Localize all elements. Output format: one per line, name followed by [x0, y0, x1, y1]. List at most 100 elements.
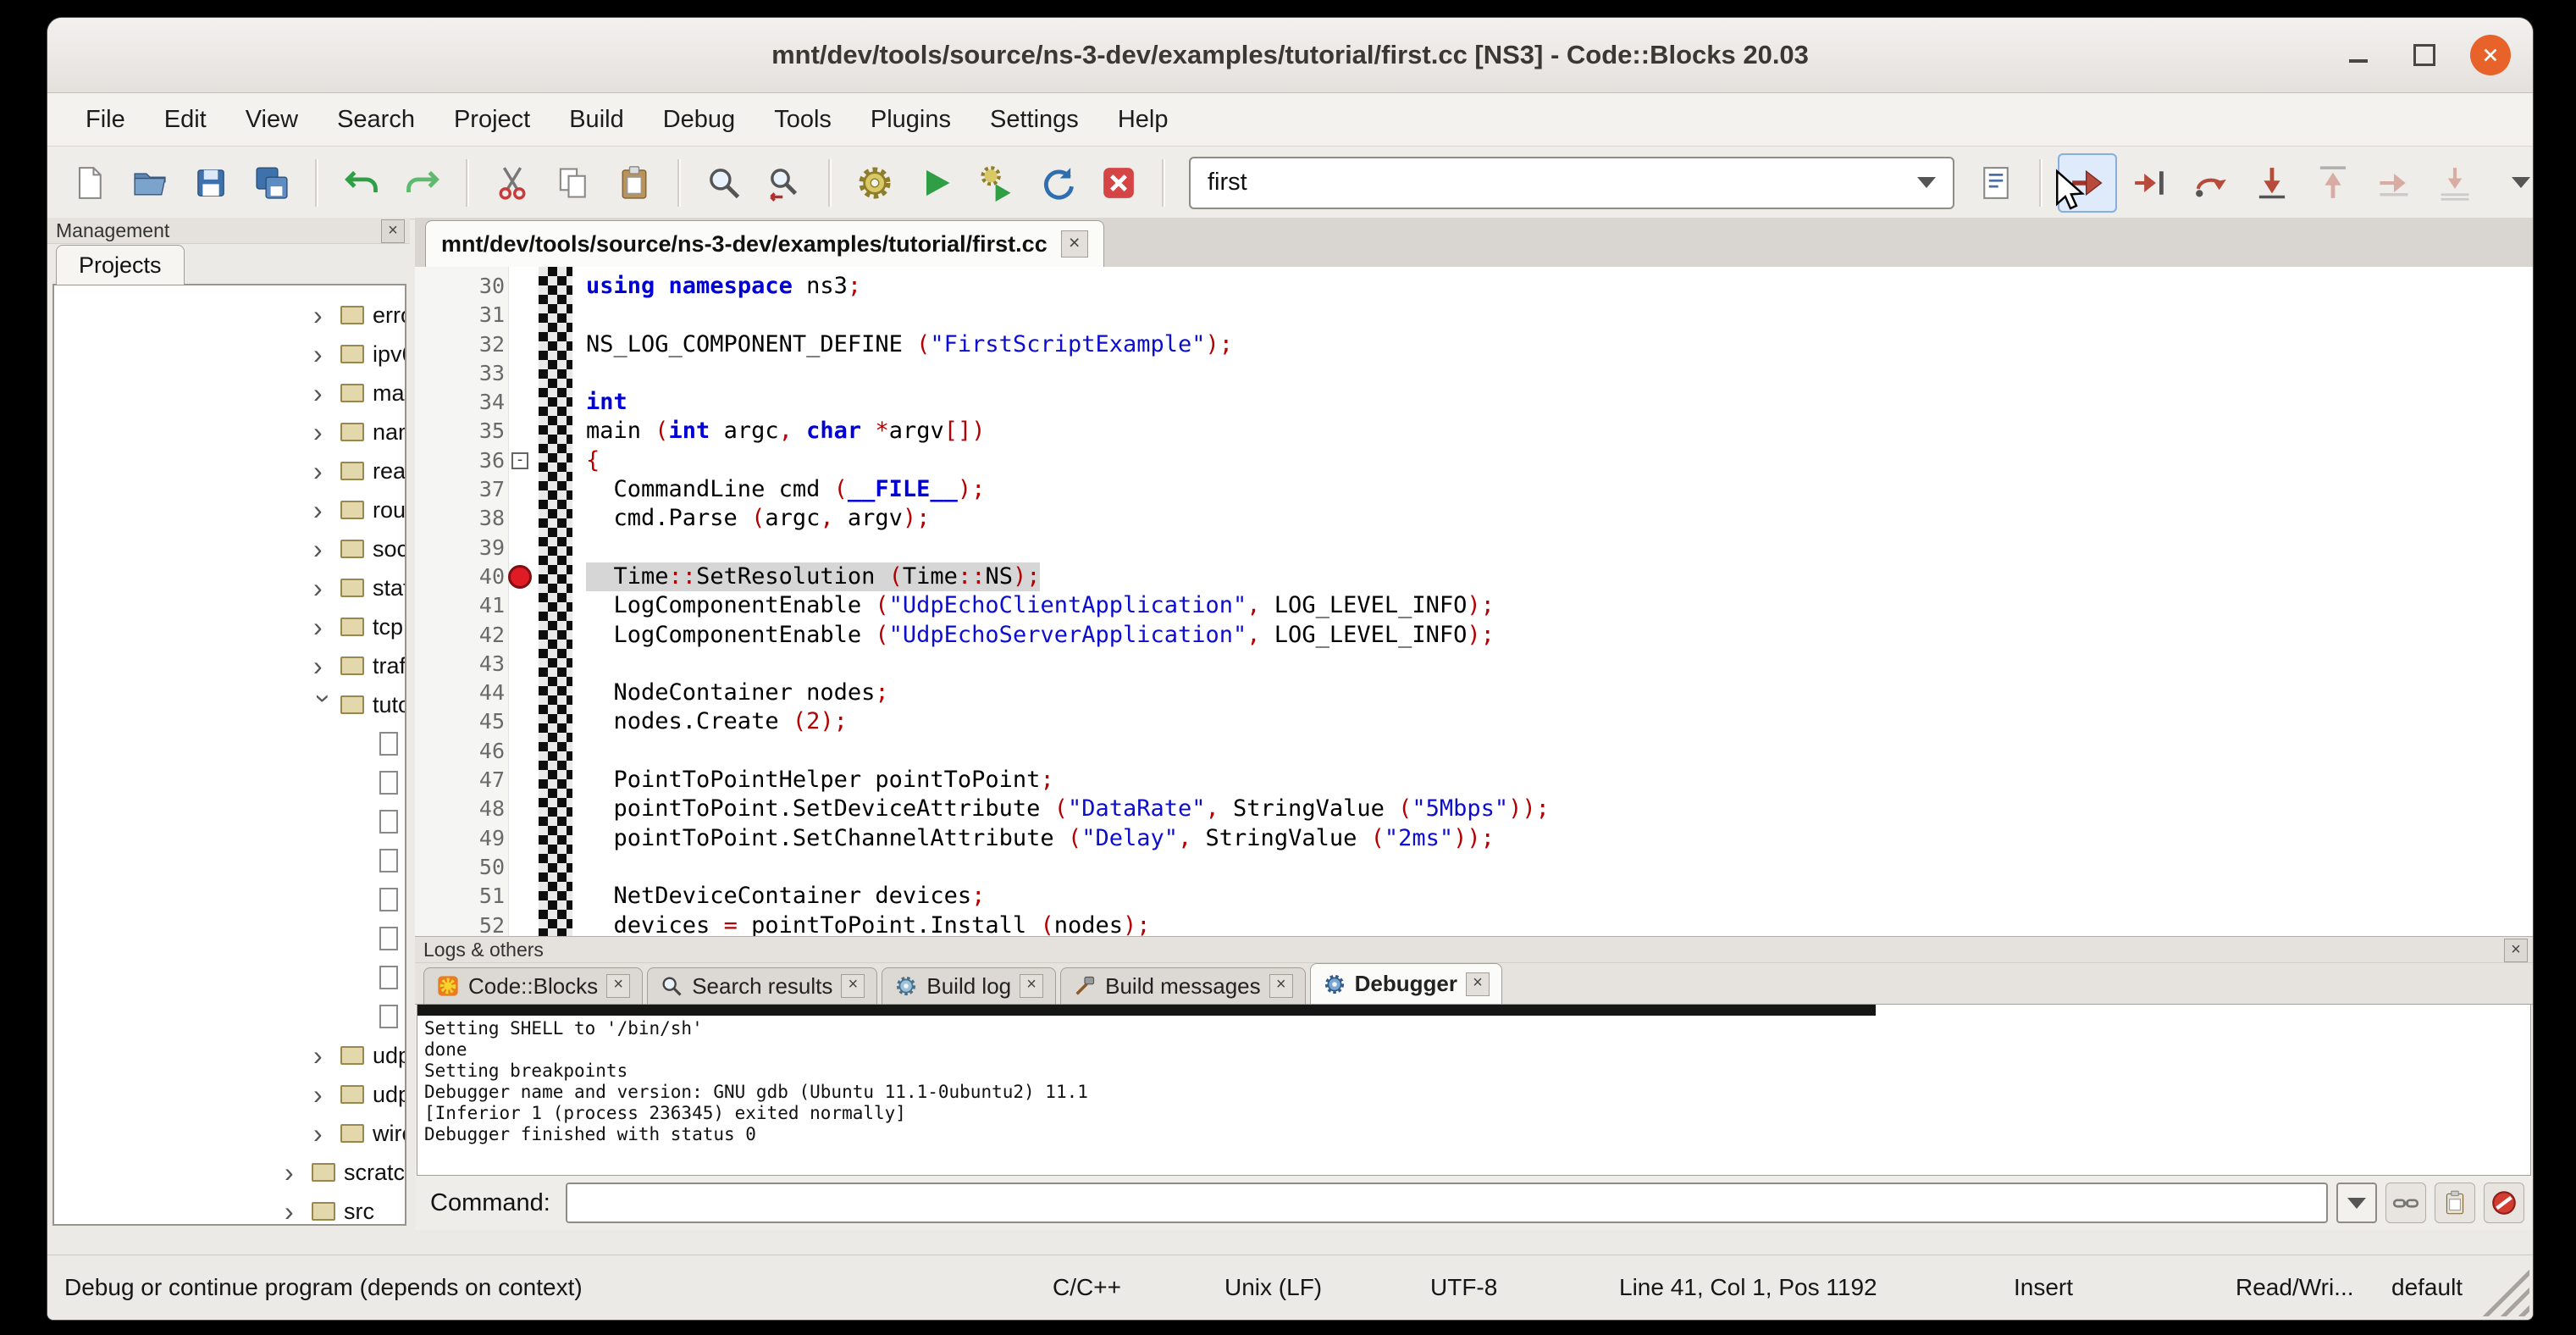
- rebuild-button[interactable]: [1030, 155, 1086, 211]
- code-line-40[interactable]: 40 Time::SetResolution (Time::NS);: [415, 562, 2533, 591]
- breakpoint-margin[interactable]: [505, 417, 539, 446]
- menu-view[interactable]: View: [226, 106, 318, 134]
- breakpoint-margin[interactable]: [505, 795, 539, 823]
- breakpoint-margin[interactable]: [505, 853, 539, 882]
- abort-build-button[interactable]: [1091, 155, 1147, 211]
- code-line-42[interactable]: 42 LogComponentEnable ("UdpEchoServerApp…: [415, 621, 2533, 650]
- chevron-right-icon[interactable]: ›: [313, 379, 340, 407]
- chevron-right-icon[interactable]: ›: [313, 1120, 340, 1147]
- tree-item-fo[interactable]: fo: [54, 802, 405, 841]
- maximize-button[interactable]: [2404, 35, 2445, 75]
- chevron-down-icon[interactable]: ›: [311, 694, 338, 721]
- breakpoint-margin[interactable]: [505, 388, 539, 417]
- tree-item-ipv6[interactable]: ›ipv6: [54, 335, 405, 374]
- close-management-icon[interactable]: ×: [381, 219, 405, 243]
- open-file-button[interactable]: [122, 155, 178, 211]
- chevron-right-icon[interactable]: ›: [313, 535, 340, 562]
- menu-settings[interactable]: Settings: [970, 106, 1098, 134]
- close-logs-icon[interactable]: ×: [2504, 939, 2528, 962]
- code-line-45[interactable]: 45 nodes.Create (2);: [415, 707, 2533, 736]
- tree-item-nam[interactable]: ›nam: [54, 413, 405, 451]
- breakpoint-margin[interactable]: [505, 766, 539, 795]
- code-line-51[interactable]: 51 NetDeviceContainer devices;: [415, 882, 2533, 911]
- tree-item-udp[interactable]: ›udp: [54, 1036, 405, 1075]
- code-line-46[interactable]: 46: [415, 737, 2533, 766]
- breakpoint-margin[interactable]: -: [505, 446, 539, 475]
- cut-button[interactable]: [484, 155, 540, 211]
- breakpoint-margin[interactable]: [505, 679, 539, 707]
- tree-item-fif[interactable]: fif: [54, 724, 405, 763]
- breakpoint-margin[interactable]: [505, 301, 539, 330]
- new-file-button[interactable]: [61, 155, 117, 211]
- menu-help[interactable]: Help: [1098, 106, 1188, 134]
- chevron-right-icon[interactable]: ›: [313, 574, 340, 601]
- tree-item-si[interactable]: si: [54, 958, 405, 997]
- code-line-37[interactable]: 37 CommandLine cmd (__FILE__);: [415, 475, 2533, 504]
- breakpoint-margin[interactable]: [505, 824, 539, 853]
- tab-search-results[interactable]: Search results ×: [647, 967, 877, 1004]
- tree-item-erro[interactable]: ›erro: [54, 296, 405, 335]
- breakpoint-margin[interactable]: [505, 504, 539, 533]
- next-line-button[interactable]: [2183, 155, 2239, 211]
- project-tree[interactable]: ›erro›ipv6›mat›nam›real›rout›sock›stat›t…: [53, 284, 406, 1226]
- chevron-right-icon[interactable]: ›: [285, 1159, 312, 1186]
- step-into-instruction-button[interactable]: [2427, 155, 2483, 211]
- editor-tab-first-cc[interactable]: mnt/dev/tools/source/ns-3-dev/examples/t…: [425, 220, 1104, 267]
- chevron-right-icon[interactable]: ›: [313, 341, 340, 368]
- info-page-button[interactable]: [1968, 155, 2024, 211]
- attach-button[interactable]: [2385, 1183, 2426, 1223]
- code-line-41[interactable]: 41 LogComponentEnable ("UdpEchoClientApp…: [415, 591, 2533, 620]
- code-line-49[interactable]: 49 pointToPoint.SetChannelAttribute ("De…: [415, 824, 2533, 853]
- code-line-31[interactable]: 31: [415, 301, 2533, 330]
- code-line-50[interactable]: 50: [415, 853, 2533, 882]
- undo-button[interactable]: [334, 155, 390, 211]
- chevron-right-icon[interactable]: ›: [313, 1081, 340, 1108]
- chevron-right-icon[interactable]: ›: [313, 496, 340, 523]
- chevron-right-icon[interactable]: ›: [313, 302, 340, 329]
- tree-item-se[interactable]: se: [54, 919, 405, 958]
- tree-item-tcp[interactable]: ›tcp: [54, 607, 405, 646]
- stop-debugger-button[interactable]: [2484, 1183, 2524, 1223]
- find-button[interactable]: [696, 155, 752, 211]
- tab-codeblocks[interactable]: Code::Blocks ×: [423, 967, 643, 1004]
- tab-projects[interactable]: Projects: [56, 245, 185, 285]
- paste-button[interactable]: [606, 155, 662, 211]
- close-tab-icon[interactable]: ×: [1061, 230, 1088, 258]
- tree-item-udp-[interactable]: ›udp-: [54, 1075, 405, 1114]
- run-to-cursor-button[interactable]: [2122, 155, 2178, 211]
- code-line-43[interactable]: 43: [415, 650, 2533, 679]
- breakpoint-margin[interactable]: [505, 737, 539, 766]
- breakpoint-margin[interactable]: [505, 272, 539, 301]
- tree-item-rout[interactable]: ›rout: [54, 490, 405, 529]
- breakpoint-margin[interactable]: [505, 707, 539, 736]
- code-line-30[interactable]: 30using namespace ns3;: [415, 272, 2533, 301]
- code-line-52[interactable]: 52 devices = pointToPoint.Install (nodes…: [415, 911, 2533, 936]
- breakpoint-margin[interactable]: [505, 650, 539, 679]
- menu-file[interactable]: File: [66, 106, 145, 134]
- tab-build-log[interactable]: Build log ×: [882, 967, 1056, 1004]
- breakpoint-margin[interactable]: [505, 359, 539, 388]
- build-button[interactable]: [847, 155, 903, 211]
- code-line-33[interactable]: 33: [415, 359, 2533, 388]
- build-and-run-button[interactable]: [969, 155, 1025, 211]
- breakpoint-margin[interactable]: [505, 882, 539, 911]
- breakpoint-margin[interactable]: [505, 591, 539, 620]
- menu-plugins[interactable]: Plugins: [851, 106, 970, 134]
- code-line-34[interactable]: 34int: [415, 388, 2533, 417]
- breakpoint-margin[interactable]: [505, 911, 539, 936]
- copy-button[interactable]: [545, 155, 601, 211]
- step-into-button[interactable]: [2244, 155, 2300, 211]
- breakpoint-margin[interactable]: [505, 330, 539, 359]
- fold-marker-icon[interactable]: -: [511, 452, 528, 469]
- tree-item-real[interactable]: ›real: [54, 451, 405, 490]
- step-out-button[interactable]: [2305, 155, 2361, 211]
- run-button[interactable]: [908, 155, 964, 211]
- close-tab-icon[interactable]: ×: [1466, 972, 1490, 996]
- breakpoint-margin[interactable]: [505, 534, 539, 562]
- code-area[interactable]: 30using namespace ns3;3132NS_LOG_COMPONE…: [415, 267, 2533, 936]
- tree-item-th[interactable]: th: [54, 997, 405, 1036]
- code-line-32[interactable]: 32NS_LOG_COMPONENT_DEFINE ("FirstScriptE…: [415, 330, 2533, 359]
- breakpoint-margin[interactable]: [505, 475, 539, 504]
- code-line-39[interactable]: 39: [415, 534, 2533, 562]
- titlebar[interactable]: mnt/dev/tools/source/ns-3-dev/examples/t…: [47, 18, 2533, 93]
